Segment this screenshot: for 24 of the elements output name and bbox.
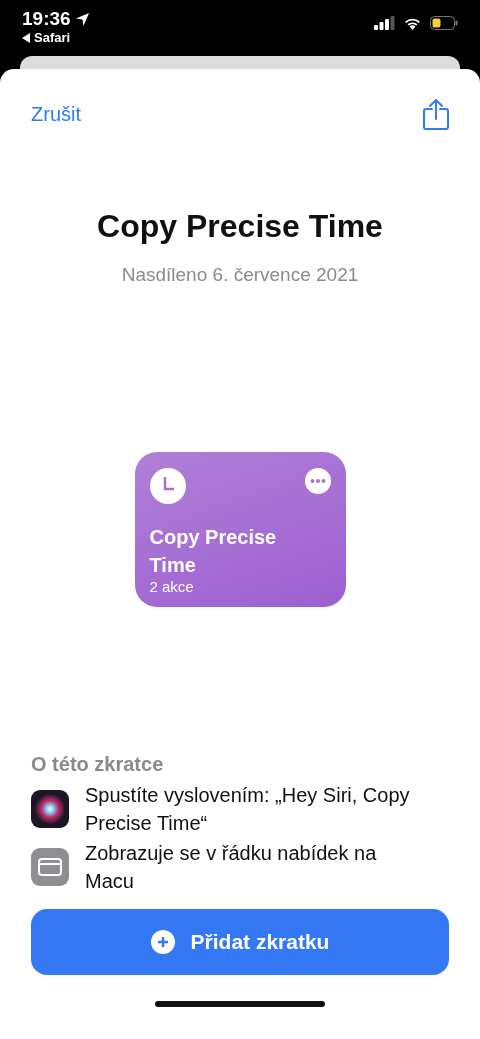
orb-icon bbox=[31, 789, 69, 828]
share-icon[interactable] bbox=[423, 98, 449, 130]
home-indicator[interactable] bbox=[155, 1000, 325, 1007]
shortcut-title: Copy Precise Time bbox=[96, 207, 384, 246]
shortcut-card[interactable]: Copy Precise Time 2 akce bbox=[134, 451, 346, 607]
action-count: 2 akce bbox=[149, 578, 195, 595]
plus-icon bbox=[150, 929, 175, 954]
more-icon[interactable] bbox=[304, 467, 331, 494]
back-triangle-icon[interactable] bbox=[22, 33, 30, 43]
section-heading: O této zkratce bbox=[31, 751, 165, 777]
info-text: Zobrazuje se v řádku nabídek na Macu bbox=[85, 840, 378, 894]
shared-date: Nasdíleno 6. července 2021 bbox=[120, 263, 360, 288]
location-arrow-icon bbox=[74, 11, 90, 27]
card-name: Copy Precise Time bbox=[149, 524, 278, 578]
add-shortcut-button[interactable]: Přidat zkratku bbox=[31, 908, 449, 975]
window-icon bbox=[31, 847, 69, 886]
wifi-icon bbox=[403, 16, 422, 30]
battery-icon bbox=[430, 16, 458, 30]
info-text: Spustíte vyslovením: „Hey Siri, Copy Precise Time“ bbox=[85, 782, 411, 836]
clock-time: 19:36 bbox=[22, 8, 71, 30]
signal-icon bbox=[374, 16, 395, 30]
cancel-button[interactable]: Zrušit bbox=[31, 99, 81, 129]
back-to-app-link[interactable]: Safari bbox=[34, 30, 71, 46]
clock-icon bbox=[149, 467, 186, 504]
